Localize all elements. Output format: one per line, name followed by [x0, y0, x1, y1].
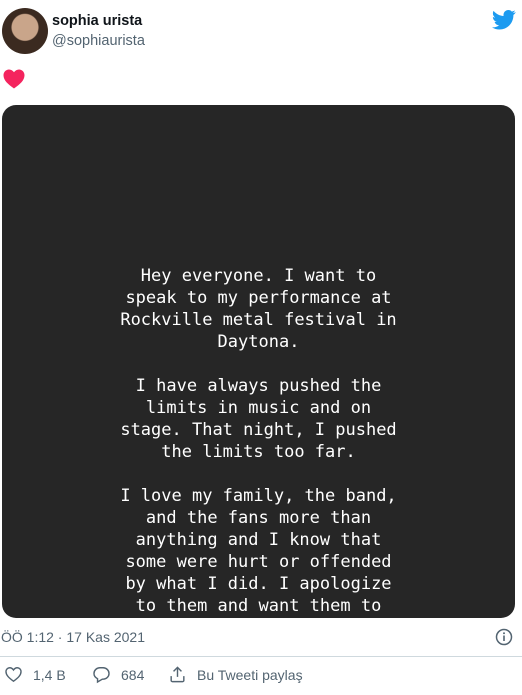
tweet-header: sophia urista @sophiaurista — [0, 0, 522, 60]
share-button[interactable]: Bu Tweeti paylaş — [168, 665, 303, 684]
story-text: Hey everyone. I want to speak to my perf… — [120, 266, 397, 616]
reply-count: 684 — [121, 666, 145, 683]
tweet-timestamp[interactable]: ÖÖ 1:12 · 17 Kas 2021 — [1, 629, 145, 645]
divider — [0, 656, 522, 657]
like-count: 1,4 B — [33, 666, 66, 683]
author-handle[interactable]: @sophiaurista — [52, 33, 145, 49]
story-image[interactable]: Hey everyone. I want to speak to my perf… — [2, 105, 515, 618]
reply-button[interactable]: 684 — [92, 665, 144, 684]
tweet-actions: 1,4 B 684 Bu Tweeti paylaş — [0, 665, 522, 693]
heart-outline-icon — [5, 667, 22, 683]
share-icon — [170, 666, 185, 683]
reply-bubble-icon — [93, 667, 110, 684]
like-button[interactable]: 1,4 B — [4, 665, 66, 684]
twitter-bird-icon[interactable] — [492, 10, 516, 30]
share-label: Bu Tweeti paylaş — [197, 666, 303, 683]
author-display-name[interactable]: sophia urista — [52, 13, 142, 29]
author-avatar[interactable] — [2, 8, 48, 54]
info-icon[interactable] — [495, 628, 513, 646]
heart-emoji — [3, 69, 25, 89]
